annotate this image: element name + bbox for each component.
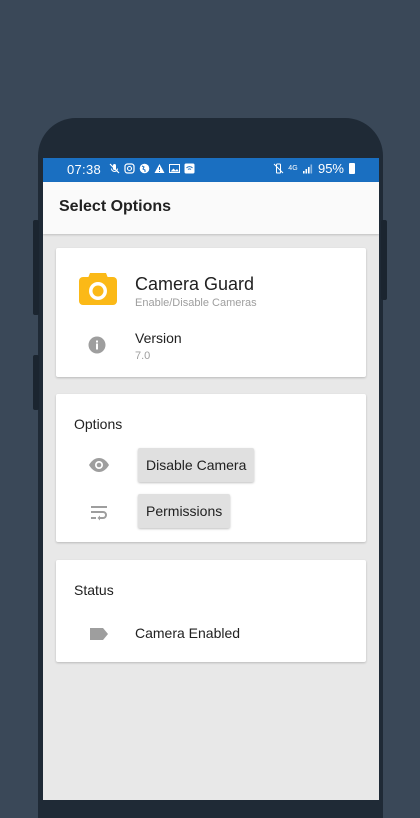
camera-status: Camera Enabled — [135, 625, 241, 641]
eye-icon — [88, 454, 110, 476]
status-title: Status — [74, 582, 114, 598]
system-icons: 4G 95% — [273, 161, 355, 176]
phone-side-button — [33, 220, 39, 315]
app-name: Camera Guard — [135, 274, 255, 294]
permissions-button[interactable]: Permissions — [138, 494, 231, 528]
phone-side-button — [33, 355, 39, 410]
battery-icon — [349, 163, 355, 174]
phone-screen: 07:38 4G 95% Select Options Camera Guard… — [43, 158, 379, 800]
options-card: Options Disable Camera Permissions — [56, 394, 366, 542]
network-type: 4G — [288, 165, 298, 172]
phone-side-button — [381, 220, 387, 300]
page-title: Select Options — [59, 198, 172, 215]
label-tag-icon — [88, 623, 110, 645]
version-label: Version — [135, 330, 182, 346]
signal-icon — [302, 163, 313, 174]
notification-icons — [109, 163, 195, 174]
vibrate-mute-icon — [273, 163, 284, 174]
app-subtitle: Enable/Disable Cameras — [135, 297, 257, 309]
disable-camera-button[interactable]: Disable Camera — [138, 448, 255, 482]
image-icon — [169, 163, 180, 174]
globe-icon — [139, 163, 150, 174]
wrap-text-icon — [88, 501, 110, 523]
status-time: 07:38 — [67, 162, 102, 177]
battery-percent: 95% — [317, 161, 344, 176]
status-card: Status Camera Enabled — [56, 560, 366, 662]
wifi-box-icon — [184, 163, 195, 174]
instagram-icon — [124, 163, 135, 174]
warning-icon — [154, 163, 165, 174]
app-bar: Select Options — [43, 182, 379, 234]
status-bar: 07:38 4G 95% — [43, 158, 379, 182]
version-value: 7.0 — [135, 350, 151, 362]
info-icon — [88, 336, 106, 354]
options-title: Options — [74, 416, 123, 432]
app-info-card: Camera Guard Enable/Disable Cameras Vers… — [56, 248, 366, 377]
mic-off-icon — [109, 163, 120, 174]
camera-icon — [78, 269, 118, 307]
